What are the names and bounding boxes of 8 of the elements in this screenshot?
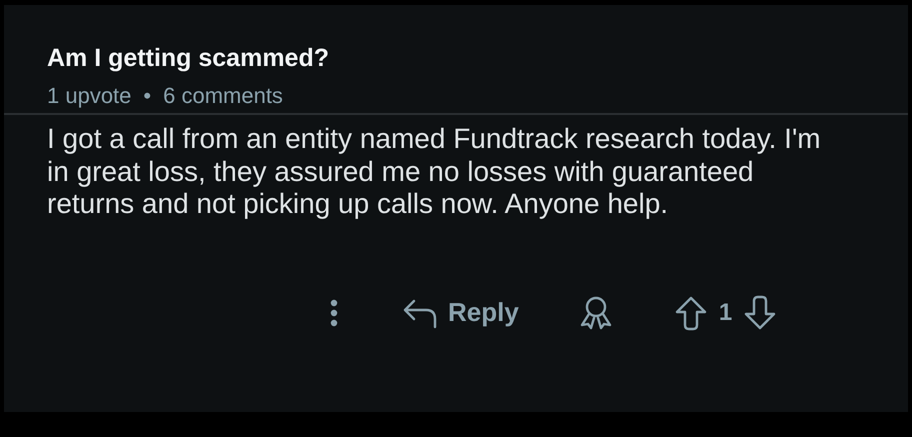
post-title: Am I getting scammed? — [47, 43, 330, 73]
separator-dot: • — [143, 83, 152, 109]
post-body: I got a call from an entity named Fundtrack research today. I'm in great loss, they assured me no losses with guaranteed returns and not picking up calls now. Anyone help. — [46, 122, 822, 221]
vote-score: 1 — [718, 298, 732, 326]
upvote-count: 1 upvote — [47, 83, 132, 109]
kebab-menu-icon — [330, 298, 338, 326]
comment-count: 6 comments — [163, 83, 283, 109]
reply-button[interactable]: Reply — [398, 290, 523, 334]
